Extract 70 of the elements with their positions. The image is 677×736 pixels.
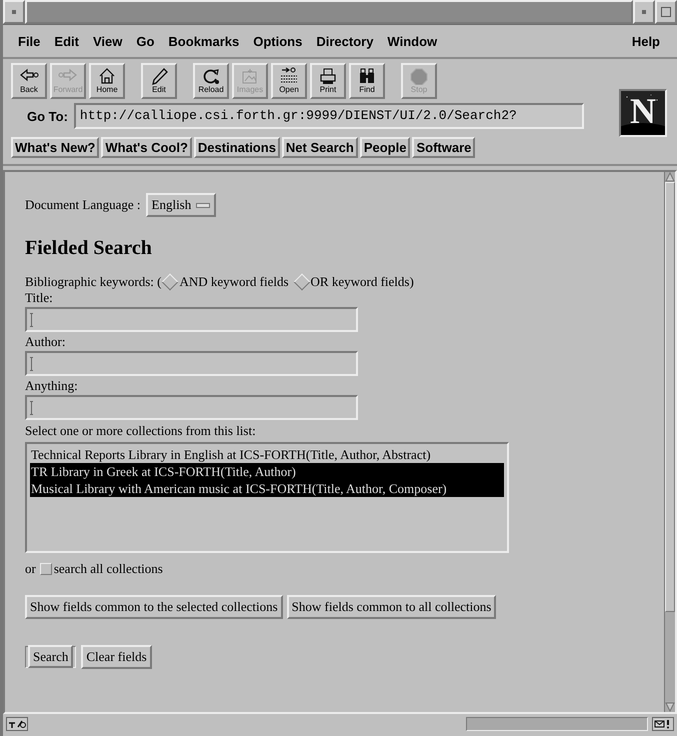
window-menu-button[interactable] bbox=[3, 0, 25, 24]
toolbar-button[interactable]: Back bbox=[11, 63, 47, 99]
directory-button[interactable]: People bbox=[360, 137, 410, 158]
scrollbar[interactable] bbox=[664, 172, 675, 712]
mail-icon bbox=[652, 717, 674, 731]
menu-item[interactable]: View bbox=[86, 34, 130, 48]
field-label: Author: bbox=[25, 334, 66, 350]
square-icon bbox=[12, 10, 16, 14]
directory-button[interactable]: Destinations bbox=[194, 137, 280, 158]
menu-item[interactable]: Directory bbox=[309, 34, 380, 48]
menu-item[interactable]: Window bbox=[380, 34, 444, 48]
location-label: Go To: bbox=[27, 108, 68, 124]
toolbar-button[interactable]: Edit bbox=[141, 63, 177, 99]
logo: N bbox=[621, 91, 665, 135]
text-cursor-icon bbox=[30, 356, 33, 370]
menu-item[interactable]: Go bbox=[129, 34, 162, 48]
list-item[interactable]: Musical Library with American music at ICS-FORTH(Title, Author, Composer) bbox=[30, 480, 504, 497]
text-cursor-icon bbox=[30, 400, 33, 414]
directory-button[interactable]: Net Search bbox=[282, 137, 358, 158]
toolbar-button[interactable]: Print bbox=[310, 63, 346, 99]
directory-button[interactable]: What's Cool? bbox=[101, 137, 192, 158]
field-label: Anything: bbox=[25, 378, 79, 394]
field-label: or bbox=[25, 561, 36, 577]
binoculars-icon bbox=[357, 67, 377, 85]
radio-button[interactable] bbox=[293, 274, 310, 290]
toolbar-button[interactable]: Open bbox=[271, 63, 307, 99]
directory-button[interactable]: Software bbox=[412, 137, 476, 158]
field-label: Select one or more collections from this list: bbox=[25, 423, 257, 439]
pencil-icon bbox=[149, 67, 169, 85]
directory-button[interactable]: What's New? bbox=[11, 137, 100, 158]
list-item[interactable]: TR Library in Greek at ICS-FORTH(Title, Author) bbox=[30, 463, 504, 480]
text-field[interactable] bbox=[25, 307, 358, 332]
minimize-button[interactable] bbox=[633, 0, 655, 24]
dash-icon bbox=[196, 202, 210, 208]
stop-icon bbox=[409, 67, 429, 85]
field-label: Bibliographic keywords: ( bbox=[25, 274, 162, 290]
menu-item[interactable]: Bookmarks bbox=[161, 34, 246, 48]
toolbar-button[interactable]: Home bbox=[89, 63, 125, 99]
clear-button[interactable]: Clear fields bbox=[81, 645, 152, 669]
arrow-icon bbox=[279, 67, 299, 85]
house-icon bbox=[97, 67, 117, 85]
menu-item[interactable]: Options bbox=[246, 34, 310, 48]
show-fields-button[interactable]: Show fields common to the selected collections bbox=[25, 595, 283, 619]
menu-item[interactable]: File bbox=[11, 34, 48, 48]
square-icon bbox=[661, 7, 671, 17]
search-button[interactable]: Search bbox=[28, 645, 74, 668]
field-label: Document Language : bbox=[25, 197, 141, 213]
printer-icon bbox=[318, 67, 338, 85]
menu-item[interactable]: Help bbox=[624, 34, 667, 48]
text-field[interactable] bbox=[25, 351, 358, 376]
language-dropdown[interactable]: English bbox=[146, 193, 216, 217]
maximize-button[interactable] bbox=[655, 0, 677, 24]
field-label: Title: bbox=[25, 290, 54, 306]
list-item[interactable]: Technical Reports Library in English at ICS-FORTH(Title, Author, Abstract) bbox=[30, 446, 504, 463]
reload-icon bbox=[201, 67, 221, 85]
url-field[interactable]: http://calliope.csi.forth.gr:9999/DIENST/UI/2.0/Search2? bbox=[74, 103, 584, 129]
toolbar-button[interactable]: Reload bbox=[193, 63, 229, 99]
menu-item[interactable]: Edit bbox=[47, 34, 86, 48]
text-cursor-icon bbox=[30, 312, 33, 326]
radio-label: AND keyword fields bbox=[179, 274, 289, 290]
text-field[interactable] bbox=[25, 395, 358, 420]
show-fields-button[interactable]: Show fields common to all collections bbox=[286, 595, 496, 619]
collection-list[interactable]: Technical Reports Library in English at ICS-FORTH(Title, Author, Abstract) TR Library in Greek at ICS-FORTH(Title, Author) Musical Library with American music at ICS-FORTH(Title, Author, Composer) bbox=[25, 442, 509, 553]
page-heading: Fielded Search bbox=[25, 237, 153, 260]
checkbox-label: search all collections bbox=[54, 561, 163, 577]
radio-label: OR keyword fields) bbox=[310, 274, 414, 290]
checkbox[interactable] bbox=[40, 563, 52, 575]
square-icon bbox=[642, 10, 646, 14]
radio-button[interactable] bbox=[162, 274, 179, 290]
toolbar-button[interactable]: Find bbox=[349, 63, 385, 99]
